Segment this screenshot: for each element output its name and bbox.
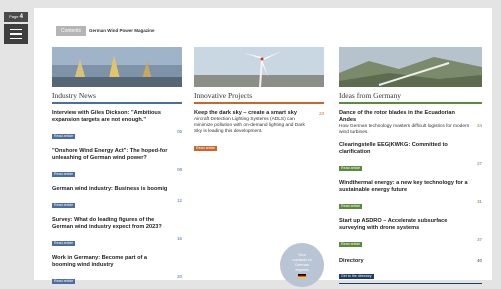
column-innovative-projects: Innovative Projects Keep the dark sky – … (194, 47, 324, 154)
article-page: 37 (477, 237, 482, 243)
page-number: 4 (19, 14, 23, 20)
article-item[interactable]: Windthermal energy: a new key technology… (339, 180, 482, 212)
column-heading: Innovative Projects (194, 91, 324, 104)
read-article-button[interactable]: Read article (52, 172, 76, 177)
column-industry-news: Industry News Interview with Giles Dicks… (52, 47, 182, 287)
article-page: 24 (477, 123, 482, 129)
read-article-button[interactable]: Read article (339, 204, 363, 210)
read-article-button[interactable]: Read article (52, 203, 76, 208)
directory-page: 40 (477, 258, 482, 263)
industry-news-photo (52, 47, 182, 87)
read-article-button[interactable]: Read article (194, 145, 218, 151)
article-item[interactable]: Work in Germany: Become part of a boomin… (52, 255, 182, 287)
article-title[interactable]: Interview with Giles Dickson: "Ambitious… (52, 110, 172, 124)
article-title[interactable]: Clearingstelle EEG|KWKG: Committed to cl… (339, 142, 472, 156)
article-title[interactable]: Dance of the rotor blades in the Ecuador… (339, 110, 472, 124)
article-title[interactable]: Windthermal energy: a new key technology… (339, 180, 472, 194)
article-page: 16 (177, 236, 182, 241)
column-ideas-from-germany: Ideas from Germany Dance of the rotor bl… (339, 47, 482, 250)
article-item[interactable]: Start up ASDRO – Accelerate subsurface s… (339, 218, 482, 250)
page: Page 4 Contents German Wind Power Magazi… (0, 0, 501, 289)
article-item[interactable]: Keep the dark sky – create a smart sky 2… (194, 110, 324, 154)
article-title[interactable]: Survey: What do leading figures of the G… (52, 217, 172, 231)
directory-title[interactable]: Directory (339, 258, 482, 264)
article-page: 31 (477, 199, 482, 205)
article-description: How German technology masters difficult … (339, 124, 470, 136)
ideas-from-germany-photo (339, 47, 482, 87)
article-item[interactable]: Interview with Giles Dickson: "Ambitious… (52, 110, 182, 142)
article-item[interactable]: Dance of the rotor blades in the Ecuador… (339, 110, 482, 136)
article-item[interactable]: "Onshore Wind Energy Act": The hoped-for… (52, 148, 182, 180)
column-heading: Industry News (52, 91, 182, 104)
menu-button[interactable] (4, 24, 28, 44)
contents-tab[interactable]: Contents (56, 26, 86, 36)
article-page: 08 (177, 167, 182, 172)
contacts-line: experts (295, 267, 309, 272)
article-page: 05 (177, 129, 182, 134)
article-title[interactable]: "Onshore Wind Energy Act": The hoped-for… (52, 148, 172, 162)
innovative-projects-photo (194, 47, 324, 87)
column-heading: Ideas from Germany (339, 91, 482, 104)
read-article-button[interactable]: Read article (339, 242, 363, 248)
article-page: 12 (177, 198, 182, 203)
read-article-button[interactable]: Read article (339, 166, 363, 172)
contacts-circle-button[interactable]: Your contacts to German experts (280, 243, 324, 287)
article-page: 27 (477, 161, 482, 167)
article-page: 20 (177, 274, 182, 279)
page-prefix: Page (9, 14, 19, 19)
article-title[interactable]: Keep the dark sky – create a smart sky (194, 110, 314, 117)
page-indicator: Page 4 (4, 12, 28, 22)
article-title[interactable]: Work in Germany: Become part of a boomin… (52, 255, 172, 269)
directory-button[interactable]: Get to the directory (339, 274, 374, 279)
article-item[interactable]: German wind industry: Business is boomig… (52, 186, 182, 211)
german-flag-icon (298, 274, 306, 278)
directory-entry[interactable]: Directory 40 Get to the directory (339, 258, 482, 284)
magazine-title: German Wind Power Magazine (89, 28, 155, 33)
article-page: 23 (319, 111, 324, 116)
article-title[interactable]: German wind industry: Business is boomig (52, 186, 172, 193)
article-description: Aircraft Detection Lighting Systems (ADL… (194, 117, 305, 135)
read-article-button[interactable]: Read article (52, 134, 76, 139)
read-article-button[interactable]: Read article (52, 279, 76, 284)
hamburger-icon (10, 28, 22, 31)
article-item[interactable]: Survey: What do leading figures of the G… (52, 217, 182, 249)
article-title[interactable]: Start up ASDRO – Accelerate subsurface s… (339, 218, 472, 232)
read-article-button[interactable]: Read article (52, 241, 76, 246)
article-item[interactable]: Clearingstelle EEG|KWKG: Committed to cl… (339, 142, 482, 174)
